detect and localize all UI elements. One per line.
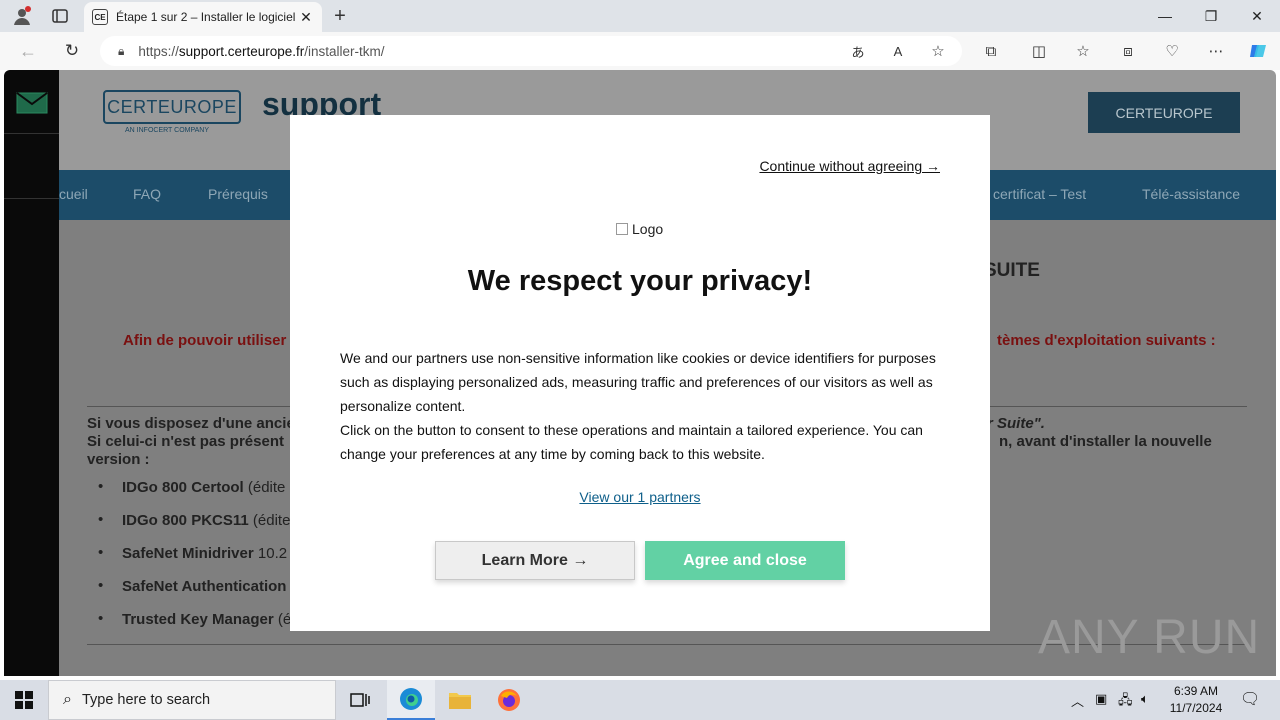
- lock-icon: 🔒︎: [118, 43, 125, 58]
- file-explorer-icon[interactable]: [436, 680, 484, 720]
- system-clock[interactable]: 6:39 AM 11/7/2024: [1166, 683, 1226, 717]
- nav-faq[interactable]: FAQ: [133, 186, 161, 202]
- broken-image-icon: [616, 223, 628, 235]
- windows-taskbar: ⌕ Type here to search ︿ ▣ 🖧︎ 🔈︎ 6:39 AM …: [0, 680, 1280, 720]
- clock-time: 6:39 AM: [1173, 684, 1219, 698]
- notifications-icon[interactable]: 🗨︎: [1240, 689, 1260, 709]
- collections-icon[interactable]: ⧈: [1116, 39, 1140, 63]
- list-item: IDGo 800 Certool (édite: [98, 478, 285, 496]
- taskbar-search-box[interactable]: ⌕ Type here to search: [48, 680, 336, 720]
- profile-icon[interactable]: [10, 4, 34, 28]
- browser-toolbar: ← ↻ 🔒︎ https://support.certeurope.fr/ins…: [0, 32, 1280, 70]
- read-aloud-icon[interactable]: A: [886, 39, 910, 63]
- search-icon: ⌕: [63, 691, 72, 708]
- agree-and-close-button[interactable]: Agree and close: [645, 541, 845, 580]
- list-item: SafeNet Authentication: [98, 577, 286, 595]
- nav-accueil[interactable]: cueil: [59, 186, 88, 202]
- tab-active[interactable]: CE Étape 1 sur 2 – Installer le logiciel…: [84, 2, 322, 32]
- browser-essentials-icon[interactable]: ♡: [1160, 39, 1184, 63]
- search-placeholder: Type here to search: [81, 692, 211, 708]
- continue-without-agreeing-link[interactable]: Continue without agreeing →: [759, 158, 940, 174]
- nav-certificat-test[interactable]: certificat – Test: [993, 186, 1086, 202]
- more-menu-icon[interactable]: ⋯: [1204, 39, 1228, 63]
- tab-title: Étape 1 sur 2 – Installer le logiciel: [116, 10, 296, 24]
- divider: [4, 198, 59, 199]
- minimize-icon[interactable]: —: [1142, 4, 1188, 28]
- tab-actions-icon[interactable]: [48, 4, 72, 28]
- task-view-icon[interactable]: [336, 680, 384, 720]
- paragraph-line: Si celui-ci n'est pas présent: [87, 433, 284, 450]
- edge-taskbar-icon[interactable]: [387, 680, 435, 720]
- volume-icon[interactable]: 🔈︎: [1141, 691, 1149, 707]
- list-item: Trusted Key Manager (é: [98, 610, 291, 628]
- copilot-icon[interactable]: [1246, 39, 1270, 63]
- intro-red-text-end: tèmes d'exploitation suivants :: [997, 332, 1216, 349]
- modal-text-paragraph: Click on the button to consent to these …: [340, 422, 923, 462]
- anyrun-watermark: ANY RUN: [1038, 611, 1261, 664]
- url-path: /installer-tkm/: [304, 43, 385, 59]
- address-bar[interactable]: 🔒︎ https://support.certeurope.fr/install…: [100, 36, 962, 66]
- list-item: SafeNet Minidriver 10.2: [98, 544, 287, 562]
- paragraph-line: Si vous disposez d'une ancie: [87, 415, 295, 432]
- left-contact-bar: [4, 70, 59, 676]
- tray-device-icon[interactable]: ▣: [1095, 691, 1107, 707]
- nav-prerequis[interactable]: Prérequis: [208, 186, 268, 202]
- split-screen-icon[interactable]: ◫: [1027, 39, 1051, 63]
- favorites-icon[interactable]: ☆: [1071, 39, 1095, 63]
- url-domain: support.certeurope.fr: [178, 43, 305, 59]
- paragraph-line-end: n, avant d'installer la nouvelle: [999, 433, 1212, 450]
- network-icon[interactable]: 🖧︎: [1118, 691, 1133, 713]
- url-prefix: https://: [138, 43, 179, 59]
- logo-alt-text: Logo: [632, 221, 664, 237]
- firefox-icon[interactable]: [485, 680, 533, 720]
- page-title: SUITE: [984, 260, 1040, 281]
- intro-red-text: Afin de pouvoir utiliser: [123, 332, 287, 349]
- paragraph-line-end: r Suite".: [987, 415, 1045, 432]
- list-item: IDGo 800 PKCS11 (édite: [98, 511, 290, 529]
- back-icon[interactable]: ←: [16, 39, 40, 63]
- view-partners-link[interactable]: View our 1 partners: [290, 489, 990, 505]
- tab-favicon-icon: CE: [92, 9, 108, 25]
- mail-icon[interactable]: [16, 92, 48, 114]
- certeurope-button[interactable]: CERTEUROPE: [1088, 92, 1240, 133]
- tab-close-icon[interactable]: ✕: [298, 9, 314, 26]
- refresh-icon[interactable]: ↻: [60, 39, 84, 63]
- modal-logo-image: Logo: [616, 221, 663, 237]
- new-tab-icon[interactable]: +: [328, 4, 352, 28]
- nav-teleassistance[interactable]: Télé-assistance: [1142, 186, 1240, 202]
- translate-icon[interactable]: あ: [846, 39, 870, 63]
- favorite-star-icon[interactable]: ☆: [926, 39, 950, 63]
- modal-title: We respect your privacy!: [467, 265, 813, 297]
- certeurope-logo[interactable]: CERTEUROPE: [103, 90, 241, 124]
- paragraph-line: version :: [87, 451, 150, 468]
- learn-more-button[interactable]: Learn More →: [435, 541, 635, 580]
- extensions-icon[interactable]: ⧉: [979, 39, 1003, 63]
- modal-description: We and our partners use non-sensitive in…: [340, 346, 940, 466]
- modal-text-paragraph: We and our partners use non-sensitive in…: [340, 350, 936, 414]
- privacy-consent-modal: Continue without agreeing → Logo We resp…: [290, 115, 990, 631]
- clock-date: 11/7/2024: [1169, 701, 1223, 715]
- browser-tab-strip: CE Étape 1 sur 2 – Installer le logiciel…: [0, 0, 1280, 32]
- windows-start-icon[interactable]: [0, 680, 48, 720]
- tray-chevron-icon[interactable]: ︿: [1071, 691, 1084, 710]
- logo-subtitle: AN INFOCERT COMPANY: [125, 127, 210, 134]
- divider: [4, 133, 59, 134]
- restore-icon[interactable]: ❐: [1188, 4, 1234, 28]
- close-window-icon[interactable]: ✕: [1234, 4, 1280, 28]
